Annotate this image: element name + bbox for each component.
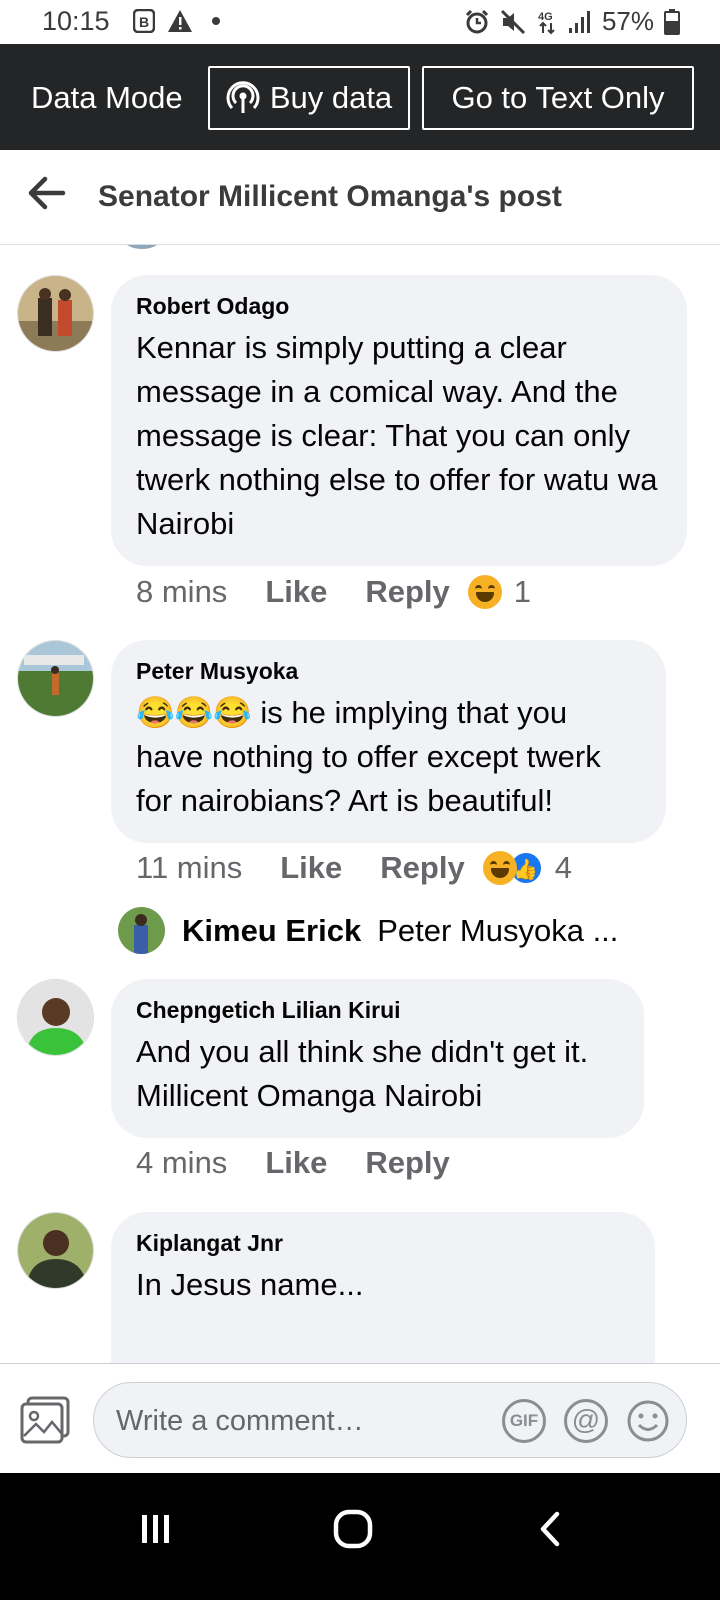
comment-text: In Jesus name... bbox=[136, 1267, 364, 1302]
avatar-kiplangat-jnr[interactable] bbox=[17, 1212, 94, 1289]
gif-icon[interactable]: GIF bbox=[502, 1399, 546, 1443]
data-mode-bar: Data Mode Buy data Go to Text Only bbox=[0, 44, 720, 150]
reaction-count[interactable]: 4 bbox=[555, 850, 572, 886]
battery-icon bbox=[664, 8, 680, 35]
like-button[interactable]: Like bbox=[265, 574, 327, 610]
reply-button[interactable]: Reply bbox=[365, 574, 449, 610]
comment-author[interactable]: Peter Musyoka bbox=[136, 658, 640, 685]
broadcast-icon bbox=[226, 81, 260, 113]
avatar-image bbox=[18, 276, 93, 351]
reply-text: Peter Musyoka ... bbox=[377, 912, 619, 948]
back-arrow-icon[interactable] bbox=[28, 176, 66, 210]
photo-icon[interactable] bbox=[20, 1396, 72, 1444]
alarm-icon bbox=[465, 9, 489, 33]
4g-icon: 4G bbox=[538, 11, 555, 34]
svg-text:4G: 4G bbox=[538, 11, 553, 23]
reply-preview[interactable]: Kimeu Erick Peter Musyoka ... bbox=[118, 907, 618, 954]
comment-input[interactable]: Write a comment… GIF @ bbox=[93, 1382, 687, 1458]
comment-author[interactable]: Chepngetich Lilian Kirui bbox=[136, 997, 618, 1024]
comments-list: Robert Odago Kennar is simply putting a … bbox=[0, 245, 720, 1363]
like-button[interactable]: Like bbox=[280, 850, 342, 886]
emoji-text: 😂😂😂 bbox=[136, 695, 252, 730]
svg-text:B: B bbox=[139, 14, 149, 30]
comment-composer: Write a comment… GIF @ bbox=[0, 1363, 720, 1473]
avatar-image bbox=[18, 1213, 93, 1288]
comment-bubble[interactable]: Robert Odago Kennar is simply putting a … bbox=[111, 275, 687, 566]
status-right: 4G 57% bbox=[464, 6, 680, 37]
data-mode-label: Data Mode bbox=[31, 80, 183, 115]
status-bar: 10:15 B 4G 57% bbox=[0, 0, 720, 44]
android-nav-bar bbox=[0, 1473, 720, 1600]
comment-time: 11 mins bbox=[136, 850, 243, 885]
signal-icon bbox=[568, 10, 590, 33]
laugh-icon[interactable] bbox=[482, 851, 517, 885]
comment-actions: 8 mins Like Reply 1 bbox=[136, 574, 531, 610]
comment-actions: 11 mins Like Reply 👍 4 bbox=[136, 850, 572, 886]
like-button[interactable]: Like bbox=[265, 1145, 327, 1181]
post-header: Senator Millicent Omanga's post bbox=[0, 150, 720, 245]
avatar-robert-odago[interactable] bbox=[17, 275, 94, 352]
avatar-chepngetich-lilian-kirui[interactable] bbox=[17, 979, 94, 1056]
avatar-image bbox=[18, 641, 93, 716]
recent-apps-icon[interactable] bbox=[136, 1509, 176, 1549]
comment-text: Kennar is simply putting a clear message… bbox=[136, 330, 658, 541]
avatar-kimeu-erick[interactable] bbox=[118, 907, 165, 954]
avatar-image bbox=[18, 980, 93, 1055]
comment-time: 4 mins bbox=[136, 1145, 228, 1180]
comment-author[interactable]: Kiplangat Jnr bbox=[136, 1230, 629, 1257]
home-icon[interactable] bbox=[333, 1509, 373, 1549]
reply-button[interactable]: Reply bbox=[380, 850, 464, 886]
comment-bubble[interactable]: Chepngetich Lilian Kirui And you all thi… bbox=[111, 979, 644, 1138]
comment-bubble[interactable]: Peter Musyoka 😂😂😂 is he implying that yo… bbox=[111, 640, 666, 843]
reply-button[interactable]: Reply bbox=[365, 1145, 449, 1181]
mute-icon bbox=[500, 9, 526, 34]
comment-text: And you all think she didn't get it. Mil… bbox=[136, 1034, 589, 1113]
buy-data-button[interactable]: Buy data bbox=[208, 66, 410, 130]
status-time: 10:15 bbox=[42, 6, 110, 36]
emoji-icon[interactable] bbox=[626, 1399, 670, 1443]
avatar-image bbox=[118, 907, 165, 954]
text-only-label: Go to Text Only bbox=[451, 80, 665, 115]
comment-placeholder: Write a comment… bbox=[116, 1405, 364, 1437]
dot-icon bbox=[212, 17, 220, 25]
mention-icon[interactable]: @ bbox=[564, 1399, 608, 1443]
avatar bbox=[122, 245, 162, 249]
app-notification-icon: B bbox=[133, 9, 155, 33]
comment-time: 8 mins bbox=[136, 574, 228, 609]
warning-icon bbox=[168, 10, 192, 32]
text-only-button[interactable]: Go to Text Only bbox=[422, 66, 694, 130]
buy-data-label: Buy data bbox=[269, 80, 393, 115]
battery-percent: 57% bbox=[601, 6, 654, 36]
comment-text-wrap: 😂😂😂 is he implying that you have nothing… bbox=[136, 691, 640, 823]
comment-author[interactable]: Robert Odago bbox=[136, 293, 661, 320]
laugh-icon[interactable] bbox=[467, 575, 502, 609]
comment-bubble[interactable]: Kiplangat Jnr In Jesus name... bbox=[111, 1212, 655, 1363]
avatar-peter-musyoka[interactable] bbox=[17, 640, 94, 717]
back-nav-icon[interactable] bbox=[535, 1509, 565, 1549]
comment-actions: 4 mins Like Reply bbox=[136, 1145, 468, 1181]
page-title: Senator Millicent Omanga's post bbox=[98, 180, 562, 213]
reply-author[interactable]: Kimeu Erick bbox=[182, 913, 361, 949]
reaction-count[interactable]: 1 bbox=[514, 574, 531, 610]
